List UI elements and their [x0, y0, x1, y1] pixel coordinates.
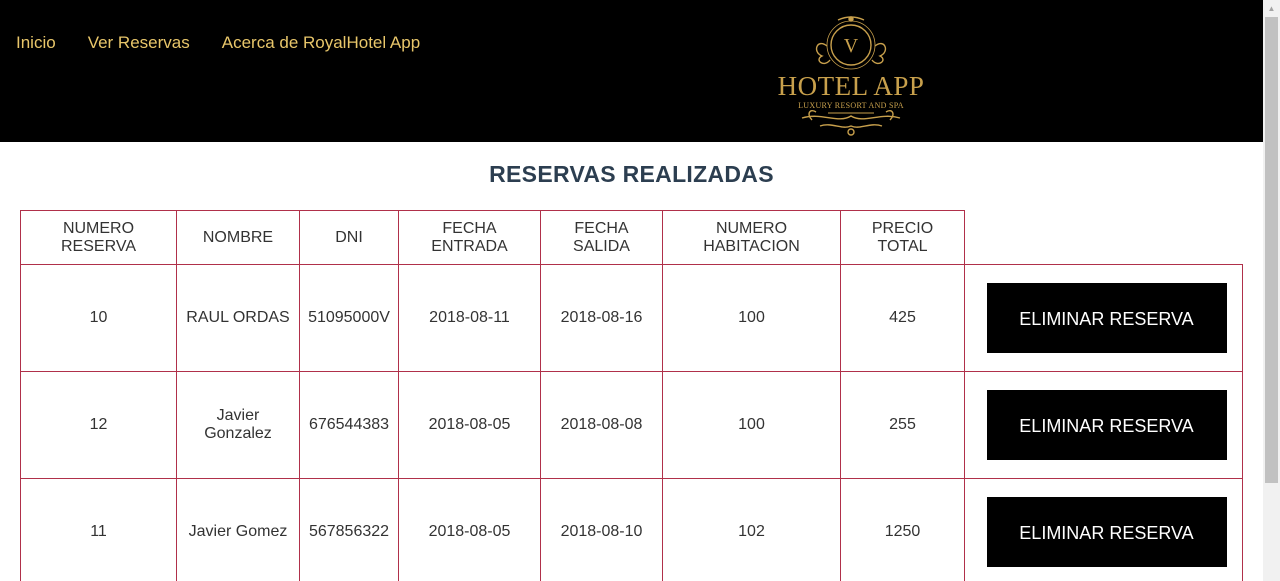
nav-link-ver-reservas[interactable]: Ver Reservas: [88, 33, 190, 53]
table-header-row: NUMERO RESERVA NOMBRE DNI FECHA ENTRADA FE…: [20, 210, 1243, 265]
cell-entrada: 2018-08-05: [398, 371, 541, 479]
cell-habitacion: 100: [662, 264, 841, 372]
header-fecha-entrada: FECHA ENTRADA: [398, 210, 541, 265]
delete-reservation-button[interactable]: ELIMINAR RESERVA: [986, 390, 1227, 460]
main-nav: Inicio Ver Reservas Acerca de RoyalHotel…: [16, 33, 452, 53]
cell-nombre: RAUL ORDAS: [176, 264, 300, 372]
delete-reservation-button[interactable]: ELIMINAR RESERVA: [986, 497, 1227, 567]
header-nombre: NOMBRE: [176, 210, 300, 265]
logo-monogram: V: [844, 35, 859, 57]
logo-name: HOTEL APP: [777, 71, 925, 101]
logo-tagline: LUXURY RESORT AND SPA: [798, 101, 904, 110]
header-precio-total: PRECIO TOTAL: [840, 210, 965, 265]
cell-dni: 51095000V: [299, 264, 399, 372]
table-row: 10 RAUL ORDAS 51095000V 2018-08-11 2018-…: [20, 264, 1243, 372]
header: Inicio Ver Reservas Acerca de RoyalHotel…: [0, 0, 1263, 142]
cell-entrada: 2018-08-11: [398, 264, 541, 372]
cell-habitacion: 102: [662, 478, 841, 581]
cell-salida: 2018-08-08: [540, 371, 663, 479]
cell-nombre: Javier Gonzalez: [176, 371, 300, 479]
cell-precio: 1250: [840, 478, 965, 581]
page-title: RESERVAS REALIZADAS: [489, 161, 774, 187]
reservations-table: NUMERO RESERVA NOMBRE DNI FECHA ENTRADA FE…: [20, 210, 1243, 581]
cell-numero: 11: [20, 478, 177, 581]
page: Inicio Ver Reservas Acerca de RoyalHotel…: [0, 0, 1280, 581]
cell-precio: 255: [840, 371, 965, 479]
cell-precio: 425: [840, 264, 965, 372]
cell-salida: 2018-08-16: [540, 264, 663, 372]
cell-action: ELIMINAR RESERVA: [964, 264, 1243, 372]
header-action-empty: [965, 211, 1243, 265]
cell-dni: 676544383: [299, 371, 399, 479]
header-numero-reserva: NUMERO RESERVA: [20, 210, 177, 265]
table-row: 11 Javier Gomez 567856322 2018-08-05 201…: [20, 478, 1243, 581]
scroll-up-arrow-icon[interactable]: ▲: [1263, 0, 1280, 17]
cell-habitacion: 100: [662, 371, 841, 479]
scrollbar-thumb[interactable]: [1265, 17, 1278, 483]
nav-link-inicio[interactable]: Inicio: [16, 33, 56, 53]
header-numero-habitacion: NUMERO HABITACION: [662, 210, 841, 265]
table-row: 12 Javier Gonzalez 676544383 2018-08-05 …: [20, 371, 1243, 479]
hotel-logo[interactable]: V HOTEL APP LUXURY RESORT AND SPA: [772, 16, 930, 140]
cell-action: ELIMINAR RESERVA: [964, 371, 1243, 479]
header-fecha-salida: FECHA SALIDA: [540, 210, 663, 265]
cell-dni: 567856322: [299, 478, 399, 581]
cell-numero: 10: [20, 264, 177, 372]
cell-salida: 2018-08-10: [540, 478, 663, 581]
vertical-scrollbar[interactable]: ▲: [1263, 0, 1280, 581]
header-dni: DNI: [299, 210, 399, 265]
delete-reservation-button[interactable]: ELIMINAR RESERVA: [986, 283, 1227, 353]
cell-entrada: 2018-08-05: [398, 478, 541, 581]
cell-nombre: Javier Gomez: [176, 478, 300, 581]
cell-action: ELIMINAR RESERVA: [964, 478, 1243, 581]
nav-link-acerca[interactable]: Acerca de RoyalHotel App: [222, 33, 420, 53]
cell-numero: 12: [20, 371, 177, 479]
